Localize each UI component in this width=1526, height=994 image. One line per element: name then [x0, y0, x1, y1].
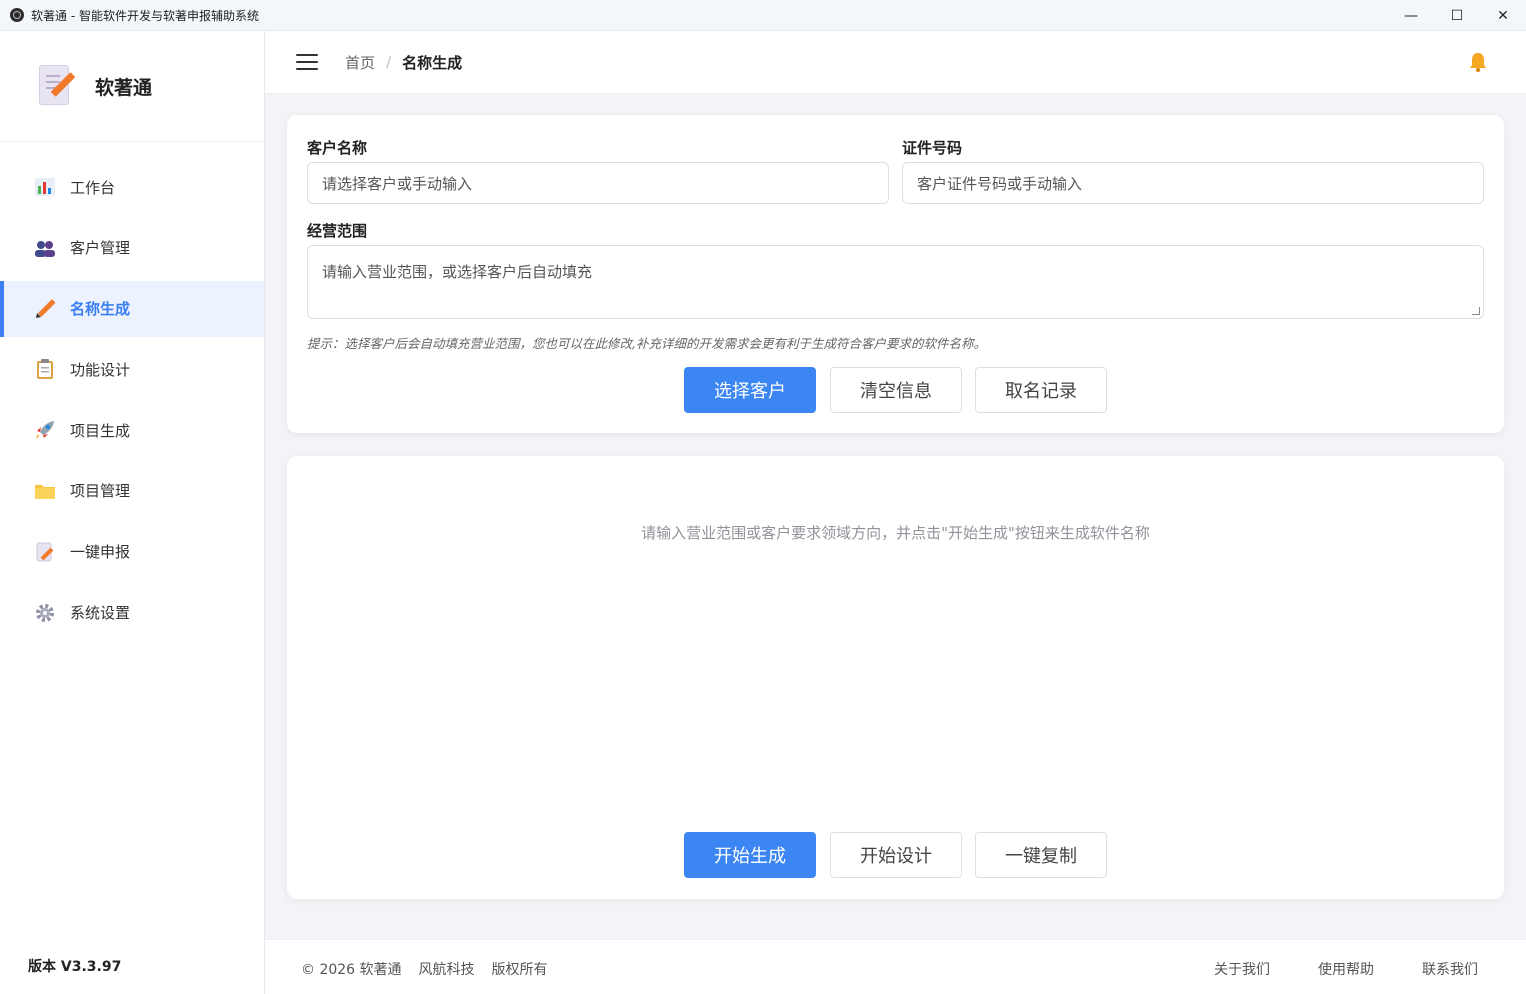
- pencil-icon: [34, 298, 56, 320]
- cert-number-label: 证件号码: [902, 139, 963, 157]
- version-label: 版本 V3.3.97: [28, 959, 122, 975]
- customer-name-label: 客户名称: [307, 139, 368, 157]
- document-edit-icon: [34, 541, 56, 563]
- sidebar: 软著通 工作台 客户管理 名称生成 功能设计 项目生成 项目管理 一键申报 系统…: [0, 31, 265, 994]
- sidebar-nav: 工作台 客户管理 名称生成 功能设计 项目生成 项目管理 一键申报 系统设置: [0, 142, 264, 641]
- hint-text: 提示：选择客户后会自动填充营业范围，您也可以在此修改,补充详细的开发需求会更有利…: [307, 336, 986, 351]
- folder-icon: [34, 480, 56, 502]
- window-title: 软著通 - 智能软件开发与软著申报辅助系统: [31, 8, 259, 23]
- footer-contact-link[interactable]: 联系我们: [1422, 959, 1478, 979]
- start-generate-button[interactable]: 开始生成: [684, 832, 816, 878]
- sidebar-item-label: 项目生成: [70, 421, 131, 440]
- logo: 软著通: [0, 31, 264, 142]
- window-controls: — ☐ ✕: [1388, 0, 1526, 31]
- business-scope-textarea[interactable]: 请输入营业范围，或选择客户后自动填充: [307, 245, 1484, 319]
- sidebar-item-project-management[interactable]: 项目管理: [0, 463, 264, 519]
- breadcrumb-current: 名称生成: [402, 53, 463, 72]
- sidebar-item-workbench[interactable]: 工作台: [0, 159, 264, 215]
- footer-help-link[interactable]: 使用帮助: [1318, 959, 1374, 979]
- sidebar-item-system-settings[interactable]: 系统设置: [0, 585, 264, 641]
- breadcrumb-home[interactable]: 首页: [345, 52, 375, 73]
- title-bar: 软著通 - 智能软件开发与软著申报辅助系统 — ☐ ✕: [0, 0, 1526, 31]
- sidebar-item-customers[interactable]: 客户管理: [0, 220, 264, 276]
- footer: © 2026 软著通 风航科技 版权所有 关于我们 使用帮助 联系我们: [265, 939, 1526, 994]
- rocket-icon: [34, 419, 56, 441]
- sidebar-item-project-generation[interactable]: 项目生成: [0, 402, 264, 458]
- breadcrumb: 首页 / 名称生成: [345, 52, 462, 73]
- footer-copyright: © 2026 软著通: [301, 962, 402, 978]
- empty-result-message: 请输入营业范围或客户要求领域方向，并点击"开始生成"按钮来生成软件名称: [641, 524, 1150, 542]
- cert-number-input[interactable]: 客户证件号码或手动输入: [902, 162, 1484, 204]
- sidebar-item-label: 名称生成: [70, 300, 131, 319]
- maximize-button[interactable]: ☐: [1434, 0, 1480, 31]
- start-design-button[interactable]: 开始设计: [830, 832, 962, 878]
- resize-grip-icon[interactable]: [1472, 307, 1480, 315]
- customer-name-input[interactable]: 请选择客户或手动输入: [307, 162, 889, 204]
- business-scope-label: 经营范围: [307, 222, 368, 240]
- footer-about-link[interactable]: 关于我们: [1214, 959, 1270, 979]
- select-customer-button[interactable]: 选择客户: [684, 367, 816, 413]
- menu-toggle-icon[interactable]: [296, 54, 318, 70]
- naming-records-button[interactable]: 取名记录: [975, 367, 1107, 413]
- clear-info-button[interactable]: 清空信息: [830, 367, 962, 413]
- logo-icon: [37, 65, 76, 107]
- sidebar-item-label: 客户管理: [70, 239, 131, 258]
- minimize-button[interactable]: —: [1388, 0, 1434, 31]
- close-button[interactable]: ✕: [1480, 0, 1526, 31]
- sidebar-item-function-design[interactable]: 功能设计: [0, 341, 264, 397]
- footer-company: 风航科技: [418, 962, 475, 978]
- clipboard-icon: [34, 358, 56, 380]
- app-icon: [10, 8, 24, 22]
- breadcrumb-separator: /: [386, 53, 392, 71]
- sidebar-item-label: 工作台: [70, 178, 116, 197]
- logo-text: 软著通: [95, 76, 153, 99]
- footer-rights: 版权所有: [491, 962, 548, 978]
- input-card: 客户名称 请选择客户或手动输入 证件号码 客户证件号码或手动输入 经营范围 请输…: [287, 115, 1504, 433]
- result-card: 请输入营业范围或客户要求领域方向，并点击"开始生成"按钮来生成软件名称 开始生成…: [287, 456, 1504, 899]
- gear-icon: [34, 602, 56, 624]
- main-content: 客户名称 请选择客户或手动输入 证件号码 客户证件号码或手动输入 经营范围 请输…: [265, 94, 1526, 939]
- sidebar-item-one-click-apply[interactable]: 一键申报: [0, 524, 264, 580]
- header: 首页 / 名称生成: [265, 31, 1526, 94]
- sidebar-item-label: 功能设计: [70, 360, 131, 379]
- sidebar-item-label: 一键申报: [70, 543, 131, 562]
- copy-all-button[interactable]: 一键复制: [975, 832, 1107, 878]
- sidebar-item-label: 项目管理: [70, 482, 131, 501]
- sidebar-item-name-generation[interactable]: 名称生成: [0, 280, 264, 337]
- chart-icon: [34, 176, 56, 198]
- sidebar-item-label: 系统设置: [70, 604, 131, 623]
- business-scope-placeholder: 请输入营业范围，或选择客户后自动填充: [322, 263, 593, 281]
- users-icon: [34, 237, 56, 259]
- bell-icon[interactable]: [1468, 51, 1488, 73]
